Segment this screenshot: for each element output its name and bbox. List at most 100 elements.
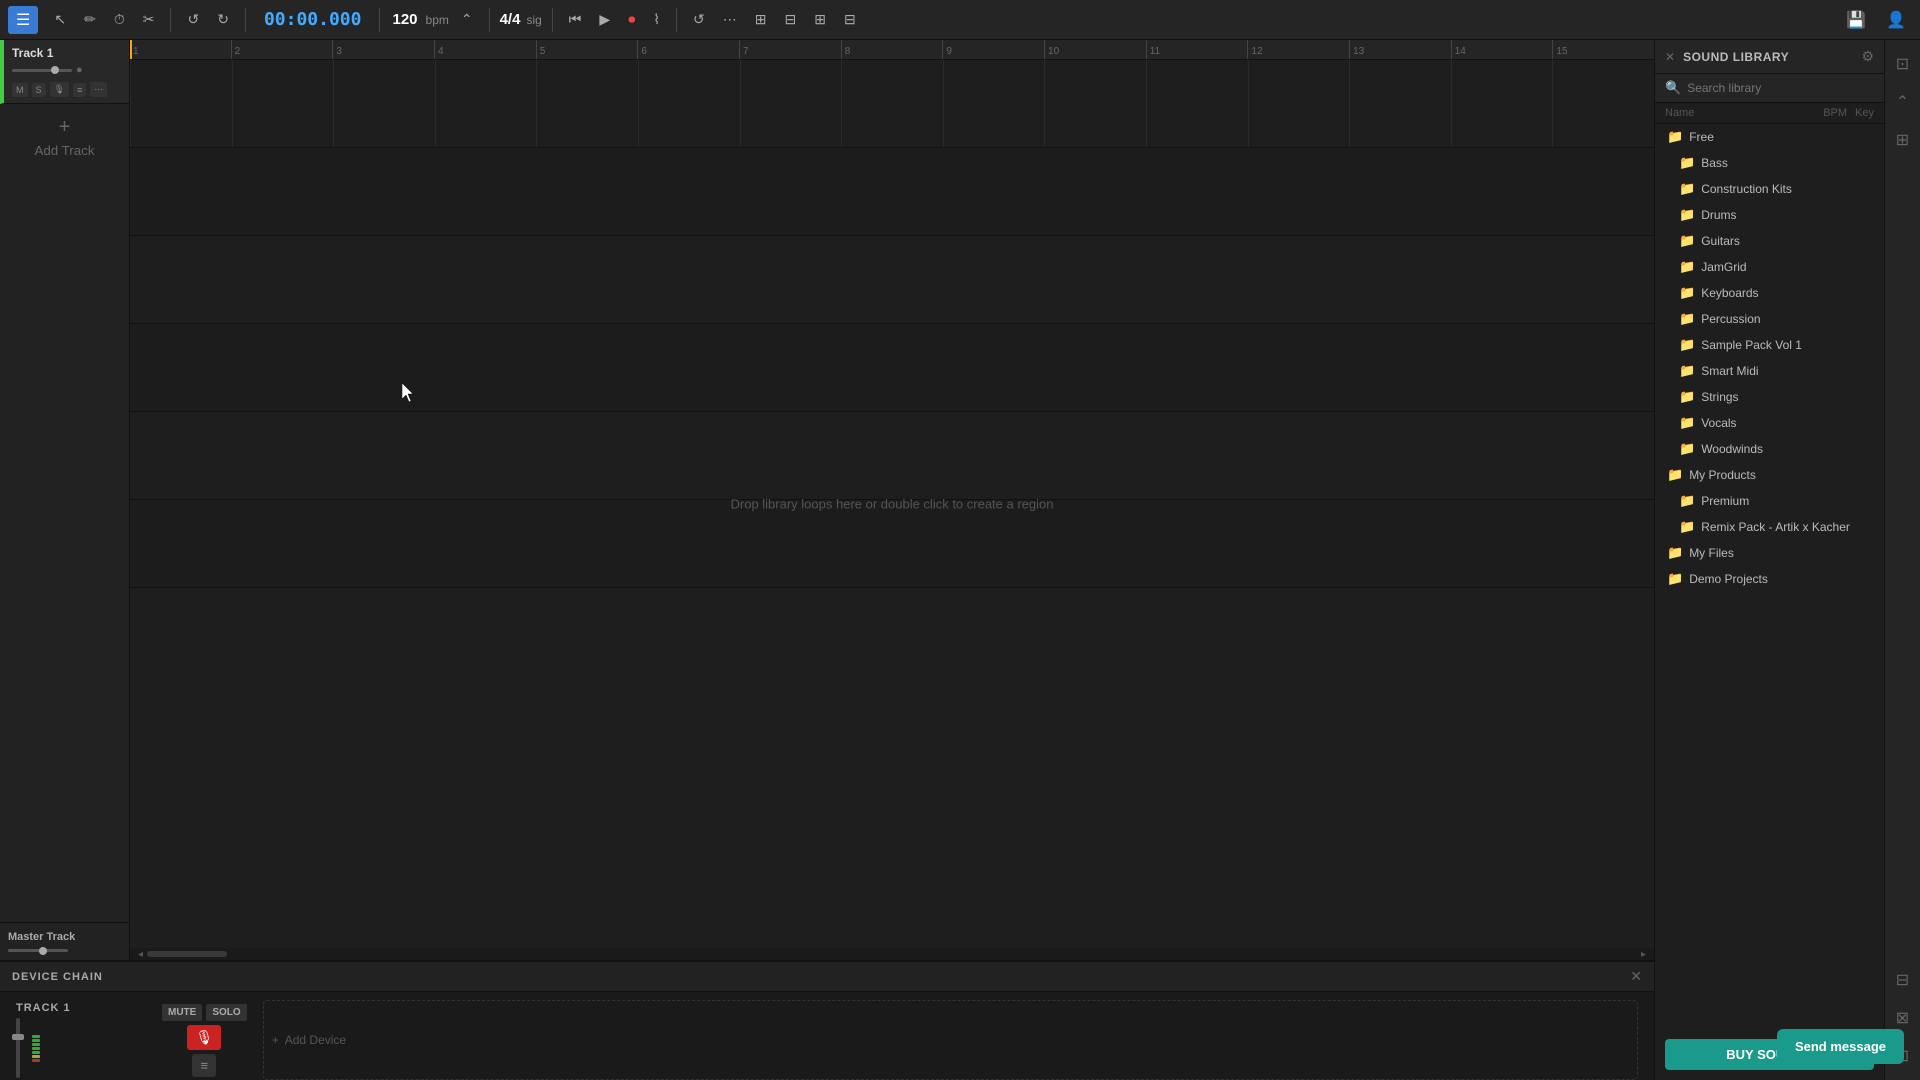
ruler-mark-6: 6 bbox=[637, 40, 739, 59]
track-1-volume-slider[interactable] bbox=[12, 69, 72, 72]
pointer-tool-btn[interactable]: ↖ bbox=[48, 7, 72, 32]
profile-btn[interactable]: 👤 bbox=[1880, 6, 1912, 34]
tracks-grid[interactable]: Drop library loops here or double click … bbox=[130, 60, 1654, 948]
library-item-demo-projects[interactable]: 📁Demo Projects bbox=[1655, 566, 1884, 592]
library-item-guitars[interactable]: 📁Guitars bbox=[1655, 228, 1884, 254]
far-right-btn-1[interactable]: ⊡ bbox=[1890, 48, 1915, 80]
folder-icon: 📁 bbox=[1679, 259, 1695, 275]
divider-1 bbox=[170, 8, 171, 32]
empty-lane-6[interactable] bbox=[130, 500, 1654, 588]
tempo-tool-btn[interactable]: ⏱ bbox=[108, 7, 131, 32]
send-message-button[interactable]: Send message bbox=[1777, 1029, 1904, 1064]
folder-icon: 📁 bbox=[1679, 233, 1695, 249]
metronome-btn[interactable]: ⋯ bbox=[717, 7, 743, 32]
bottom-eq-btn[interactable]: ≡ bbox=[192, 1054, 216, 1077]
library-item-smart-midi[interactable]: 📁Smart Midi bbox=[1655, 358, 1884, 384]
library-item-keyboards[interactable]: 📁Keyboards bbox=[1655, 280, 1884, 306]
add-device-label: Add Device bbox=[285, 1033, 346, 1047]
ruler-mark-15: 15 bbox=[1552, 40, 1654, 59]
folder-icon: 📁 bbox=[1679, 181, 1695, 197]
master-volume-row bbox=[8, 949, 121, 952]
far-right-btn-4[interactable]: ⊟ bbox=[1890, 964, 1915, 996]
library-item-sample-pack-vol1[interactable]: 📁Sample Pack Vol 1 bbox=[1655, 332, 1884, 358]
master-track-label: Master Track bbox=[8, 931, 121, 943]
library-item-bass[interactable]: 📁Bass bbox=[1655, 150, 1884, 176]
snap-btn[interactable]: ⊞ bbox=[749, 7, 773, 32]
bottom-fader[interactable] bbox=[16, 1018, 20, 1078]
sig-display: 4/4 bbox=[500, 11, 521, 28]
add-track-button[interactable]: + Add Track bbox=[0, 104, 129, 170]
pencil-tool-btn[interactable]: ✏ bbox=[78, 7, 102, 32]
meter-bar-1 bbox=[32, 1035, 40, 1038]
menu-button[interactable]: ☰ bbox=[8, 6, 38, 34]
bottom-solo-btn[interactable]: SOLO bbox=[206, 1004, 246, 1021]
mix-btn[interactable]: ⊟ bbox=[838, 7, 862, 32]
scroll-left-arrow[interactable]: ◂ bbox=[134, 949, 147, 960]
timeline-ruler[interactable]: 123456789101112131415 bbox=[130, 40, 1654, 60]
library-item-premium[interactable]: 📁Premium bbox=[1655, 488, 1884, 514]
track-1-arm-btn[interactable]: 🎙 bbox=[50, 82, 69, 97]
far-right-btn-3[interactable]: ⊞ bbox=[1890, 124, 1915, 156]
track-1-header: Track 1 ● M S 🎙 ≡ ⋯ bbox=[0, 40, 129, 104]
library-item-label-sample-pack-vol1: Sample Pack Vol 1 bbox=[1701, 338, 1874, 352]
bottom-mute-btn[interactable]: MUTE bbox=[162, 1004, 202, 1021]
library-item-free[interactable]: 📁Free bbox=[1655, 124, 1884, 150]
library-item-drums[interactable]: 📁Drums bbox=[1655, 202, 1884, 228]
library-item-label-my-files: My Files bbox=[1689, 546, 1874, 560]
library-item-my-files[interactable]: 📁My Files bbox=[1655, 540, 1884, 566]
loop-btn[interactable]: ↺ bbox=[687, 7, 711, 32]
scroll-right-arrow[interactable]: ▸ bbox=[1637, 949, 1650, 960]
bottom-controls: MUTE SOLO 🎙 ≡ bbox=[162, 1004, 247, 1077]
redo-btn[interactable]: ↻ bbox=[211, 7, 235, 32]
bpm-arrows[interactable]: ⌃ bbox=[455, 7, 479, 32]
empty-lane-5[interactable] bbox=[130, 412, 1654, 500]
empty-lane-2[interactable] bbox=[130, 148, 1654, 236]
rewind-btn[interactable]: ⏮ bbox=[563, 7, 588, 32]
empty-lane-3[interactable] bbox=[130, 236, 1654, 324]
library-item-label-smart-midi: Smart Midi bbox=[1701, 364, 1874, 378]
scroll-thumb[interactable] bbox=[147, 951, 227, 957]
library-item-my-products[interactable]: 📁My Products bbox=[1655, 462, 1884, 488]
merge-btn[interactable]: ⊟ bbox=[779, 7, 803, 32]
library-item-percussion[interactable]: 📁Percussion bbox=[1655, 306, 1884, 332]
grid-cell bbox=[1248, 60, 1350, 147]
master-volume-slider[interactable] bbox=[8, 949, 68, 952]
library-item-label-vocals: Vocals bbox=[1701, 416, 1874, 430]
play-btn[interactable]: ▶ bbox=[593, 7, 616, 32]
loop-mode-btn[interactable]: ⌇ bbox=[647, 7, 666, 32]
scissors-tool-btn[interactable]: ✂ bbox=[137, 7, 161, 32]
library-item-woodwinds[interactable]: 📁Woodwinds bbox=[1655, 436, 1884, 462]
bottom-panel-close-btn[interactable]: ✕ bbox=[1630, 968, 1642, 985]
search-input[interactable] bbox=[1687, 81, 1874, 95]
grid-btn[interactable]: ⊞ bbox=[808, 7, 832, 32]
track-1-eq-btn[interactable]: ≡ bbox=[73, 83, 86, 97]
library-item-strings[interactable]: 📁Strings bbox=[1655, 384, 1884, 410]
device-chain-area[interactable]: + Add Device bbox=[263, 1000, 1638, 1080]
h-scrollbar[interactable]: ◂ ▸ bbox=[130, 948, 1654, 960]
ruler-mark-3: 3 bbox=[332, 40, 434, 59]
empty-lane-4[interactable] bbox=[130, 324, 1654, 412]
col-key-label: Key bbox=[1855, 107, 1874, 119]
far-right-btn-2[interactable]: ⌃ bbox=[1890, 86, 1915, 118]
library-item-construction-kits[interactable]: 📁Construction Kits bbox=[1655, 176, 1884, 202]
toolbar-right: 💾 👤 bbox=[1840, 6, 1912, 34]
folder-icon: 📁 bbox=[1679, 441, 1695, 457]
track-1-menu-btn[interactable]: ⋯ bbox=[90, 82, 107, 97]
sig-label: sig bbox=[526, 13, 541, 27]
track-1-solo-btn[interactable]: S bbox=[32, 83, 46, 97]
bottom-mic-btn[interactable]: 🎙 bbox=[187, 1025, 221, 1050]
sound-library-close-btn[interactable]: ✕ bbox=[1665, 50, 1675, 64]
library-item-label-free: Free bbox=[1689, 130, 1874, 144]
library-item-vocals[interactable]: 📁Vocals bbox=[1655, 410, 1884, 436]
record-btn[interactable]: ⏺ bbox=[622, 7, 641, 32]
track-1-mute-btn[interactable]: M bbox=[12, 83, 28, 97]
track-1-lane[interactable] bbox=[130, 60, 1654, 148]
undo-btn[interactable]: ↺ bbox=[181, 7, 205, 32]
library-item-remix-pack[interactable]: 📁Remix Pack - Artik x Kacher bbox=[1655, 514, 1884, 540]
save-btn[interactable]: 💾 bbox=[1840, 6, 1872, 34]
folder-icon: 📁 bbox=[1679, 519, 1695, 535]
add-device-btn[interactable]: + Add Device bbox=[272, 1033, 346, 1047]
library-item-jamgrid[interactable]: 📁JamGrid bbox=[1655, 254, 1884, 280]
add-track-label: Add Track bbox=[34, 143, 94, 158]
sound-library-settings-btn[interactable]: ⚙ bbox=[1861, 48, 1874, 65]
